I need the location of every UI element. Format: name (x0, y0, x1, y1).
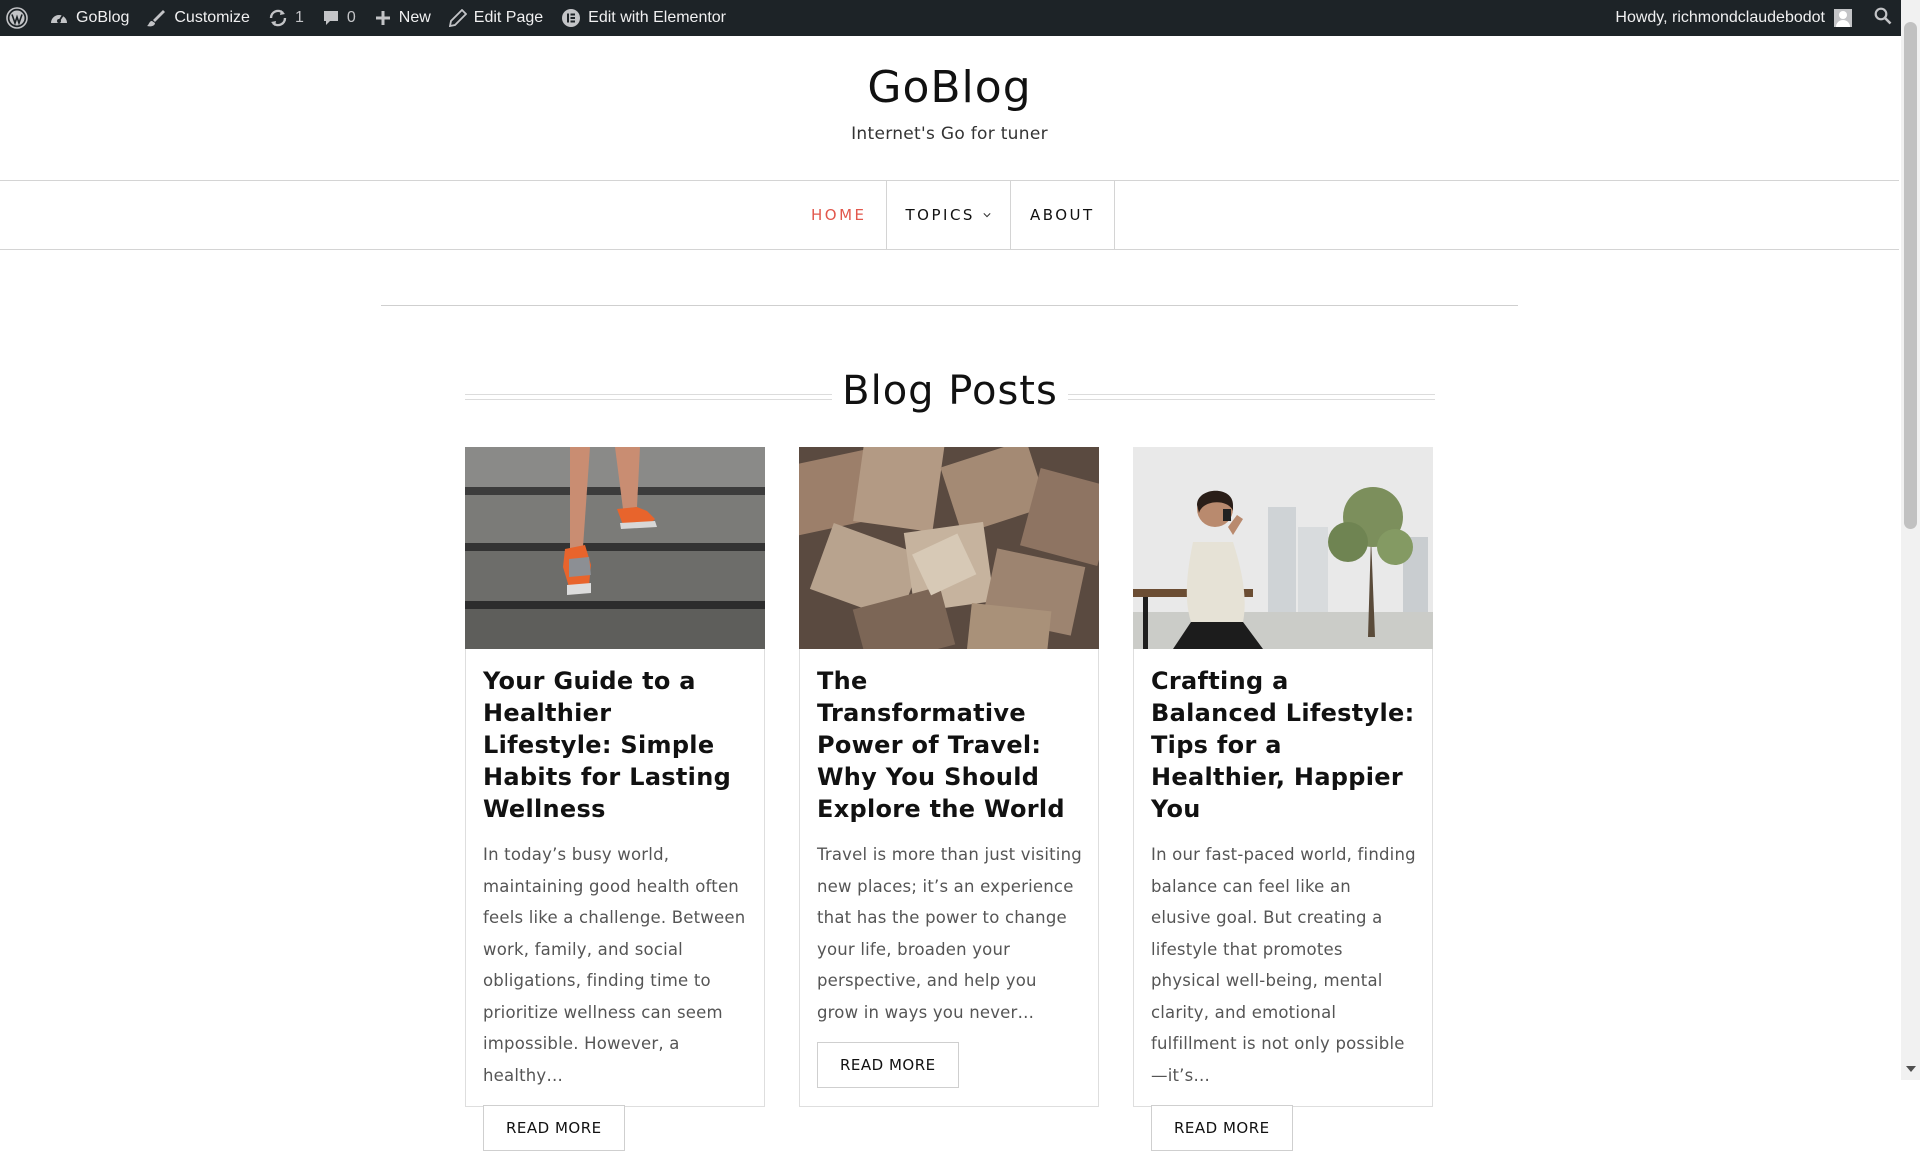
updates-icon (269, 9, 287, 27)
post-card: Your Guide to a Healthier Lifestyle: Sim… (465, 447, 765, 1151)
post-title-link[interactable]: Crafting a Balanced Lifestyle: Tips for … (1151, 665, 1416, 825)
avatar[interactable] (1834, 9, 1852, 27)
post-excerpt: Travel is more than just visiting new pl… (817, 845, 1082, 1022)
main-navigation: HOME TOPICS ABOUT (0, 180, 1899, 250)
nav-item-label: ABOUT (1029, 206, 1095, 224)
nav-item-about[interactable]: ABOUT (1011, 181, 1115, 249)
pencil-icon (448, 9, 467, 27)
site-name-label: GoBlog (76, 9, 130, 26)
brush-icon (147, 10, 166, 27)
running-shoes-image (465, 447, 765, 649)
maps-image (799, 447, 1099, 649)
nav-item-topics[interactable]: TOPICS (887, 181, 1011, 249)
dashboard-icon (51, 14, 67, 23)
edit-page-link[interactable]: Edit Page (440, 0, 552, 36)
post-card: Crafting a Balanced Lifestyle: Tips for … (1133, 447, 1433, 1151)
post-excerpt: In today’s busy world, maintaining good … (483, 845, 746, 1085)
updates-count: 1 (294, 9, 304, 26)
nav-item-label: HOME (811, 206, 867, 224)
woman-outdoors-image (1133, 447, 1433, 649)
read-more-button[interactable]: READ MORE (1151, 1105, 1293, 1151)
nav-item-home[interactable]: HOME (792, 181, 887, 249)
customize-label: Customize (174, 9, 250, 26)
scrollbar-thumb[interactable] (1904, 22, 1917, 529)
comments-link[interactable]: 0 (313, 0, 365, 36)
post-title-link[interactable]: The Transformative Power of Travel: Why … (817, 665, 1082, 825)
wordpress-logo-icon[interactable] (0, 0, 40, 36)
comment-icon (323, 11, 338, 25)
user-greeting[interactable]: Howdy, richmondclaudebodot (1615, 9, 1825, 27)
edit-with-elementor-label: Edit with Elementor (588, 9, 727, 26)
section-heading: Blog Posts (465, 368, 1435, 424)
site-name-menu[interactable]: GoBlog (40, 0, 138, 36)
post-thumbnail[interactable] (465, 447, 765, 649)
new-label: New (398, 9, 431, 26)
heading-rule-right (1068, 394, 1435, 400)
post-thumbnail[interactable] (1133, 447, 1433, 649)
post-card: The Transformative Power of Travel: Why … (799, 447, 1099, 1107)
chevron-down-icon (983, 213, 991, 218)
read-more-button[interactable]: READ MORE (483, 1105, 625, 1151)
comments-count: 0 (346, 9, 356, 26)
heading-rule-left (465, 394, 832, 400)
site-title[interactable]: GoBlog (0, 62, 1899, 113)
updates-link[interactable]: 1 (259, 0, 313, 36)
nav-item-label: TOPICS (905, 206, 975, 224)
post-thumbnail[interactable] (799, 447, 1099, 649)
scroll-down-arrow-icon[interactable] (1906, 1066, 1916, 1072)
post-title-link[interactable]: Your Guide to a Healthier Lifestyle: Sim… (483, 665, 748, 825)
edit-with-elementor-link[interactable]: Edit with Elementor (552, 0, 735, 36)
elementor-icon (562, 9, 581, 27)
plus-icon (375, 11, 390, 25)
post-excerpt: In our fast-paced world, finding balance… (1151, 845, 1416, 1085)
new-content-menu[interactable]: New (365, 0, 440, 36)
page-scrollbar[interactable] (1901, 0, 1920, 1080)
customize-link[interactable]: Customize (138, 0, 259, 36)
search-icon[interactable] (1874, 7, 1892, 30)
read-more-button[interactable]: READ MORE (817, 1042, 959, 1088)
section-title: Blog Posts (842, 368, 1058, 414)
site-tagline: Internet's Go for tuner (851, 124, 1048, 144)
admin-bar: GoBlog Customize 1 0 New Edit Page Edit … (0, 0, 1920, 36)
edit-page-label: Edit Page (473, 9, 544, 26)
divider (381, 305, 1518, 306)
